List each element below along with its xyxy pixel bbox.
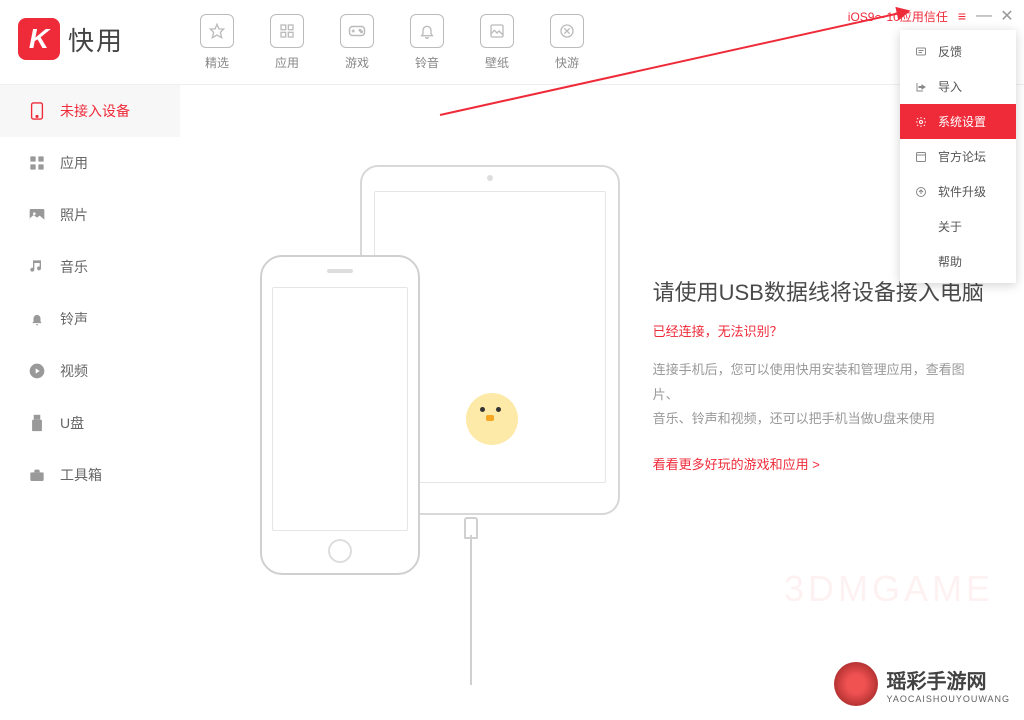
menu-label: 软件升级 — [938, 183, 986, 200]
close-button[interactable]: ✕ — [1000, 6, 1014, 26]
nav-tab-games[interactable]: 游戏 — [340, 14, 374, 71]
sidebar-item-device[interactable]: 未接入设备 — [0, 85, 180, 137]
nav-tab-wallpaper[interactable]: 壁纸 — [480, 14, 514, 71]
hamburger-icon[interactable]: ≡ — [958, 8, 966, 24]
nav-tab-featured[interactable]: 精选 — [200, 14, 234, 71]
sidebar-item-apps[interactable]: 应用 — [0, 137, 180, 189]
description: 连接手机后，您可以使用快用安装和管理应用，查看图片、 音乐、铃声和视频，还可以把… — [653, 358, 984, 432]
device-illustration — [260, 165, 633, 585]
app-name: 快用 — [68, 21, 124, 58]
nav-label: 精选 — [205, 54, 229, 71]
menu-label: 关于 — [938, 218, 962, 235]
nav-tabs: 精选 应用 游戏 铃音 壁纸 快游 — [180, 0, 584, 71]
wallpaper-icon — [480, 14, 514, 48]
sidebar-item-ringtones[interactable]: 铃声 — [0, 293, 180, 345]
header: K 快用 精选 应用 游戏 铃音 壁纸 快游 iOS9～10应用信任 — [0, 0, 1024, 85]
menu-label: 官方论坛 — [938, 148, 986, 165]
bell-icon — [410, 14, 444, 48]
logo-area: K 快用 — [0, 0, 180, 60]
photo-icon — [28, 206, 46, 224]
menu-item-upgrade[interactable]: 软件升级 — [900, 174, 1016, 209]
nav-tab-quickplay[interactable]: 快游 — [550, 14, 584, 71]
nav-label: 铃音 — [415, 54, 439, 71]
menu-item-forum[interactable]: 官方论坛 — [900, 139, 1016, 174]
apps-icon — [28, 154, 46, 172]
sidebar-label: 应用 — [60, 153, 88, 173]
settings-dropdown: 反馈 导入 系统设置 官方论坛 软件升级 关于 帮助 — [900, 30, 1016, 283]
nav-label: 游戏 — [345, 54, 369, 71]
phone-graphic — [260, 255, 420, 575]
sidebar-item-toolbox[interactable]: 工具箱 — [0, 449, 180, 501]
upgrade-icon — [914, 186, 928, 198]
clip-icon — [550, 14, 584, 48]
usb-icon — [28, 414, 46, 432]
grid-icon — [270, 14, 304, 48]
sidebar-label: U盘 — [60, 413, 84, 433]
sidebar-label: 铃声 — [60, 309, 88, 329]
toolbox-icon — [28, 466, 46, 484]
menu-item-feedback[interactable]: 反馈 — [900, 34, 1016, 69]
phone-icon — [28, 102, 46, 120]
main-content: 请使用USB数据线将设备接入电脑 已经连接，无法识别？ 连接手机后，您可以使用快… — [180, 85, 1024, 720]
nav-label: 快游 — [555, 54, 579, 71]
forum-icon — [914, 151, 928, 163]
play-icon — [28, 362, 46, 380]
cable-graphic — [470, 535, 472, 685]
sidebar-label: 未接入设备 — [60, 101, 130, 121]
trust-link[interactable]: iOS9～10应用信任 — [848, 8, 948, 25]
menu-label: 帮助 — [938, 253, 962, 270]
feedback-icon — [914, 46, 928, 58]
sidebar-label: 视频 — [60, 361, 88, 381]
bell-icon — [28, 310, 46, 328]
minimize-button[interactable]: — — [976, 7, 990, 25]
chick-mascot-icon — [460, 385, 524, 449]
menu-label: 系统设置 — [938, 113, 986, 130]
nav-label: 壁纸 — [485, 54, 509, 71]
sidebar-label: 工具箱 — [60, 465, 102, 485]
music-icon — [28, 258, 46, 276]
menu-label: 导入 — [938, 78, 962, 95]
sidebar-item-music[interactable]: 音乐 — [0, 241, 180, 293]
nav-label: 应用 — [275, 54, 299, 71]
star-icon — [200, 14, 234, 48]
menu-item-import[interactable]: 导入 — [900, 69, 1016, 104]
sidebar-item-usb[interactable]: U盘 — [0, 397, 180, 449]
sidebar-label: 照片 — [60, 205, 88, 225]
sidebar: 未接入设备 应用 照片 音乐 铃声 视频 U盘 工具箱 — [0, 85, 180, 720]
window-controls: iOS9～10应用信任 ≡ — ✕ — [848, 6, 1014, 26]
sidebar-label: 音乐 — [60, 257, 88, 277]
nav-tab-apps[interactable]: 应用 — [270, 14, 304, 71]
app-logo-icon: K — [18, 18, 60, 60]
sidebar-item-photos[interactable]: 照片 — [0, 189, 180, 241]
menu-label: 反馈 — [938, 43, 962, 60]
body: 未接入设备 应用 照片 音乐 铃声 视频 U盘 工具箱 — [0, 85, 1024, 720]
menu-item-help[interactable]: 帮助 — [900, 244, 1016, 279]
gear-icon — [914, 116, 928, 128]
troubleshoot-link[interactable]: 已经连接，无法识别？ — [653, 321, 984, 340]
menu-item-about[interactable]: 关于 — [900, 209, 1016, 244]
sidebar-item-video[interactable]: 视频 — [0, 345, 180, 397]
import-icon — [914, 81, 928, 93]
menu-item-settings[interactable]: 系统设置 — [900, 104, 1016, 139]
gamepad-icon — [340, 14, 374, 48]
more-apps-link[interactable]: 看看更多好玩的游戏和应用 > — [653, 457, 820, 472]
nav-tab-ringtones[interactable]: 铃音 — [410, 14, 444, 71]
